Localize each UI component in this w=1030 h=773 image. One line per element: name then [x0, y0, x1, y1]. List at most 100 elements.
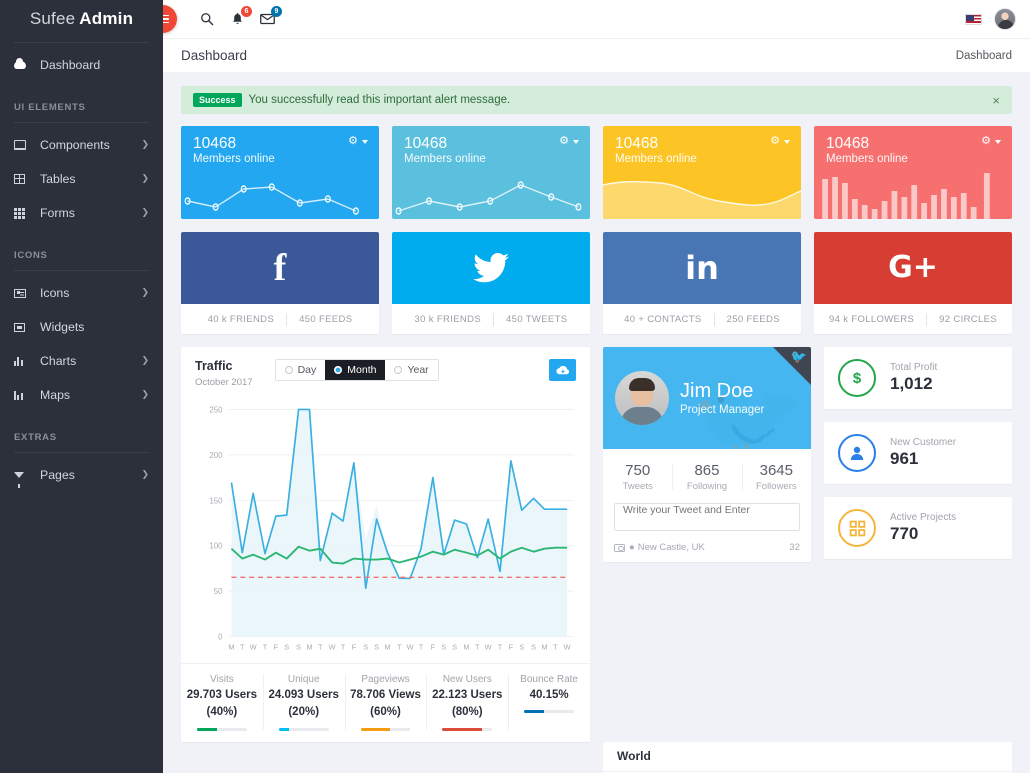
gear-icon: ⚙ — [348, 135, 358, 147]
sidebar-item-charts[interactable]: Charts ❯ — [0, 344, 163, 378]
us-flag-icon[interactable] — [965, 13, 982, 25]
stat-value: 78.706 Views — [350, 688, 421, 701]
toggle-year[interactable]: Year — [385, 360, 438, 380]
world-map-title: World — [617, 749, 651, 764]
nav-title-extras: EXTRAS — [14, 432, 57, 443]
sidebar-item-dashboard[interactable]: Dashboard — [0, 48, 163, 82]
bell-badge: 6 — [241, 6, 252, 17]
profile-stats: 750 Tweets 865 Following 3645 Followers — [603, 449, 811, 503]
stat-number: 10468 — [826, 135, 870, 152]
stat-divider — [926, 312, 928, 326]
social-card-twitter[interactable]: 30 k FRIENDS 450 TWEETS — [392, 232, 590, 334]
user-icon — [838, 434, 876, 472]
sidebar-item-icons[interactable]: Icons ❯ — [0, 276, 163, 310]
stat-value: 750 — [625, 462, 651, 479]
search-icon[interactable] — [199, 11, 215, 27]
gear-icon: ⚙ — [981, 135, 991, 147]
brand-logo[interactable]: Sufee Admin — [0, 0, 163, 38]
grid-squares-icon — [838, 509, 876, 547]
stat-number: 10468 — [193, 135, 237, 152]
world-map-header: World — [603, 742, 1012, 772]
svg-text:200: 200 — [209, 450, 223, 459]
googleplus-icon: G+ — [814, 232, 1012, 304]
googleplus-stats: 94 k FOLLOWERS 92 CIRCLES — [814, 304, 1012, 334]
gear-icon: ⚙ — [559, 135, 569, 147]
breadcrumb: Dashboard Dashboard — [163, 38, 1030, 72]
tweet-location: New Castle, UK — [637, 542, 705, 553]
nav-group-icons: Icons ❯ Widgets Charts ❯ Maps ❯ — [0, 271, 163, 412]
twitter-profile-card: 🐦 🐦 Jim Doe Project Manager 750 Tweets 8… — [603, 347, 811, 562]
traffic-title: Traffic — [195, 359, 233, 373]
social-stat-1: 40 + CONTACTS — [624, 313, 702, 325]
success-alert: Success You successfully read this impor… — [181, 86, 1012, 114]
envelope-icon[interactable]: 9 — [259, 6, 282, 27]
sidebar-item-maps[interactable]: Maps ❯ — [0, 378, 163, 412]
stat-number: 10468 — [615, 135, 659, 152]
twitter-icon: 🐦 — [790, 350, 807, 365]
profile-name: Jim Doe — [680, 380, 754, 402]
metric-label: Total Profit — [890, 362, 938, 374]
stat-percent: (40%) — [206, 706, 238, 719]
sidebar-item-widgets[interactable]: Widgets — [0, 310, 163, 344]
sidebar-item-label: Components — [40, 138, 110, 152]
map-bars-icon — [14, 390, 40, 400]
app-root: Sufee Admin Dashboard UI ELEMENTS Compon… — [0, 0, 1030, 773]
social-card-googleplus[interactable]: G+ 94 k FOLLOWERS 92 CIRCLES — [814, 232, 1012, 334]
chevron-right-icon: ❯ — [141, 140, 149, 150]
card-settings-dropdown[interactable]: ⚙ — [348, 136, 368, 147]
stat-label: Pageviews — [361, 673, 410, 685]
traffic-stat-new-users: New Users 22.123 Users (80%) — [426, 664, 508, 742]
stat-value: 29.703 Users — [186, 688, 258, 701]
chevron-right-icon: ❯ — [141, 470, 149, 480]
sidebar-item-components[interactable]: Components ❯ — [0, 128, 163, 162]
stat-label: Members online — [615, 152, 697, 165]
avatar[interactable] — [994, 8, 1016, 30]
cloud-download-icon[interactable] — [549, 359, 576, 381]
funnel-icon — [14, 472, 40, 488]
topbar-icon-group: 6 9 — [199, 6, 282, 27]
bell-icon[interactable]: 6 — [229, 6, 252, 27]
toggle-month[interactable]: Month — [325, 360, 386, 380]
chevron-right-icon: ❯ — [141, 174, 149, 184]
stat-progress-bar — [197, 727, 247, 731]
stat-progress-bar — [442, 727, 493, 731]
sidebar: Sufee Admin Dashboard UI ELEMENTS Compon… — [0, 0, 163, 773]
social-card-linkedin[interactable]: in 40 + CONTACTS 250 FEEDS — [603, 232, 801, 334]
card-settings-dropdown[interactable]: ⚙ — [981, 136, 1001, 147]
toggle-day[interactable]: Day — [275, 360, 326, 380]
metric-text: Total Profit 1,012 — [890, 362, 937, 394]
social-card-facebook[interactable]: f 40 k FRIENDS 450 FEEDS — [181, 232, 379, 334]
nav-group-extras: Pages ❯ — [0, 453, 163, 492]
card-settings-dropdown[interactable]: ⚙ — [770, 136, 790, 147]
svg-text:250: 250 — [209, 405, 223, 414]
stat-label: New Users — [442, 673, 492, 685]
stat-label: Members online — [193, 152, 275, 165]
svg-text:150: 150 — [209, 496, 223, 505]
nav-group-main: Dashboard — [0, 43, 163, 82]
tweet-input[interactable] — [614, 503, 800, 531]
profile-role: Project Manager — [680, 404, 765, 416]
sidebar-item-tables[interactable]: Tables ❯ — [0, 162, 163, 196]
sidebar-item-forms[interactable]: Forms ❯ — [0, 196, 163, 230]
chevron-down-icon — [995, 139, 1001, 144]
linkedin-glyph: in — [685, 249, 719, 287]
close-icon[interactable]: × — [992, 94, 1000, 107]
social-stat-1: 94 k FOLLOWERS — [828, 313, 915, 325]
stat-label: Bounce Rate — [520, 673, 578, 685]
stat-value: 40.15% — [529, 688, 569, 701]
camera-icon[interactable] — [614, 543, 625, 552]
sidebar-item-pages[interactable]: Pages ❯ — [0, 458, 163, 492]
sidebar-item-label: Icons — [40, 286, 70, 300]
stat-number: 10468 — [404, 135, 448, 152]
char-count: 32 — [789, 542, 800, 553]
stat-divider — [286, 312, 288, 326]
menu-toggle-button[interactable] — [163, 5, 177, 33]
radio-icon — [284, 366, 293, 374]
card-settings-dropdown[interactable]: ⚙ — [559, 136, 579, 147]
metric-label: Active Projects — [890, 512, 957, 524]
twitter-bird-glyph — [473, 253, 509, 283]
cloud-icon — [14, 58, 40, 69]
sidebar-item-label: Tables — [40, 172, 76, 186]
location-pin-icon[interactable]: ● — [629, 542, 635, 553]
page-title: Dashboard — [181, 48, 248, 63]
